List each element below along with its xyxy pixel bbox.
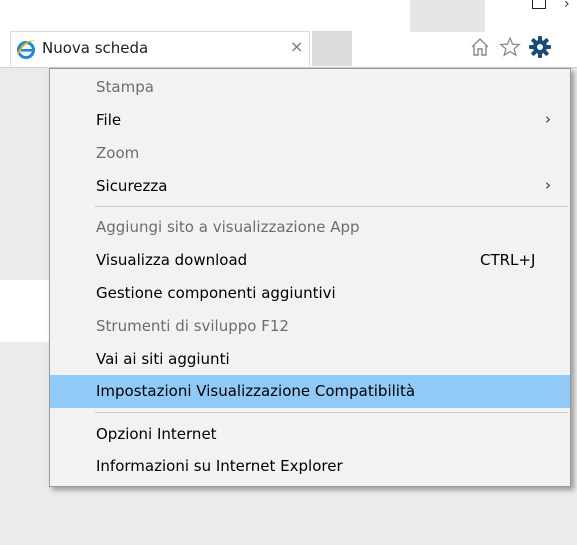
ie-logo-icon xyxy=(17,40,36,59)
chevron-icon[interactable]: › xyxy=(564,0,570,12)
tab-title: Nuova scheda xyxy=(42,39,149,57)
menu-item-zoom[interactable]: Zoom xyxy=(50,137,570,170)
menu-item-sicurezza[interactable]: Sicurezza › xyxy=(50,170,570,203)
menu-item-vai-siti-aggiunti[interactable]: Vai ai siti aggiunti xyxy=(50,343,570,376)
menu-item-aggiungi-sito[interactable]: Aggiungi sito a visualizzazione App xyxy=(50,211,570,244)
menu-item-opzioni-internet[interactable]: Opzioni Internet xyxy=(50,418,570,451)
titlebar-blank-area xyxy=(410,0,485,32)
menu-item-stampa[interactable]: Stampa xyxy=(50,71,570,104)
menu-item-strumenti-sviluppo[interactable]: Strumenti di sviluppo F12 xyxy=(50,310,570,343)
menu-item-visualizza-download[interactable]: Visualizza download CTRL+J xyxy=(50,244,570,277)
menu-item-compatibilita[interactable]: Impostazioni Visualizzazione Compatibili… xyxy=(50,375,570,408)
tab-close-icon[interactable]: × xyxy=(290,37,303,56)
menu-item-informazioni-ie[interactable]: Informazioni su Internet Explorer xyxy=(50,450,570,483)
new-tab-button[interactable] xyxy=(312,31,352,66)
tools-menu: Stampa File › Zoom Sicurezza › Aggiungi … xyxy=(49,68,571,487)
submenu-arrow-icon: › xyxy=(545,110,551,128)
maximize-icon[interactable] xyxy=(532,0,546,9)
home-icon[interactable] xyxy=(469,36,491,58)
menu-item-gestione-componenti[interactable]: Gestione componenti aggiuntivi xyxy=(50,277,570,310)
menu-separator xyxy=(95,412,568,413)
gear-icon[interactable] xyxy=(528,35,552,59)
menu-separator xyxy=(95,206,568,207)
tab-nuova-scheda[interactable]: Nuova scheda × xyxy=(10,31,310,66)
submenu-arrow-icon: › xyxy=(545,176,551,194)
star-icon[interactable] xyxy=(499,36,521,58)
shortcut-label: CTRL+J xyxy=(480,251,536,269)
menu-item-file[interactable]: File › xyxy=(50,104,570,137)
